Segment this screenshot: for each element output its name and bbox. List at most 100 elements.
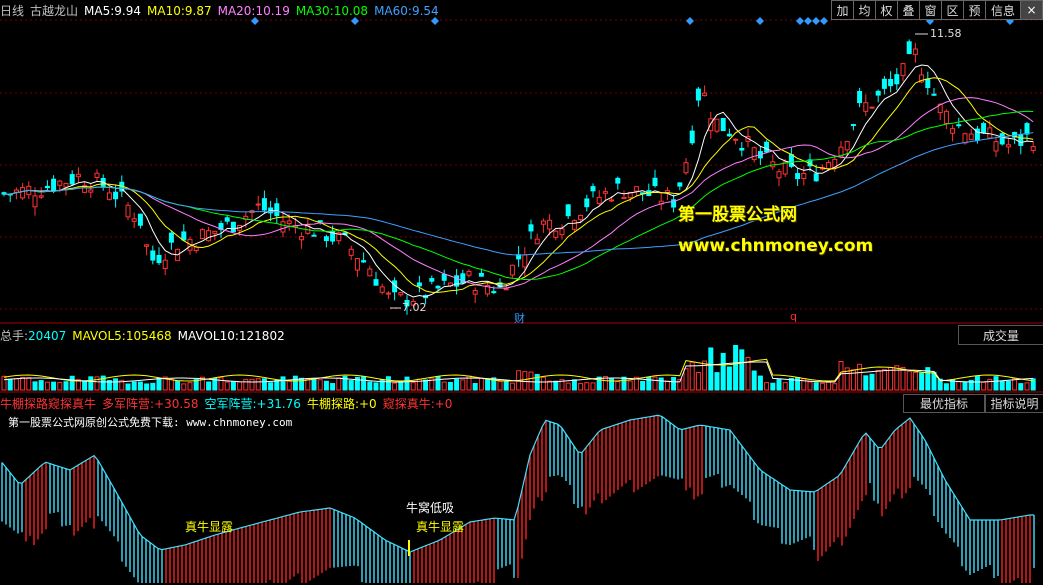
volume-bar-13 (82, 380, 88, 391)
candle-body-86 (534, 238, 540, 245)
kong-label: 空军阵营: (204, 397, 257, 411)
candle-body-115 (714, 118, 720, 132)
volume-bar-9 (57, 381, 63, 391)
volume-bar-68 (423, 379, 429, 391)
ma60-value: 9.54 (411, 4, 439, 18)
candle-body-118 (733, 138, 739, 141)
candle-body-67 (416, 282, 422, 287)
osc-annotation-2: 牛窝低吸 (406, 501, 455, 515)
chart-canvas[interactable] (0, 0, 1043, 585)
candle-body-42 (261, 198, 267, 211)
event-marker-q[interactable]: q (790, 310, 797, 323)
osc-subtitle: 第一股票公式网原创公式免费下载: www.chnmoney.com (8, 416, 293, 429)
candle-body-127 (788, 154, 794, 167)
duo-label: 多军阵营: (102, 397, 155, 411)
candle-body-143 (888, 79, 894, 87)
candle-body-155 (962, 133, 968, 144)
volume-bar-84 (522, 371, 528, 391)
signal-diamond-5 (796, 17, 804, 25)
candle-body-117 (726, 133, 732, 137)
toolbar-button-overlay[interactable]: 叠 (897, 0, 920, 20)
volume-bar-73 (454, 378, 460, 391)
volume-bar-148 (919, 372, 925, 391)
volume-bar-2 (13, 378, 19, 391)
candle-body-62 (385, 292, 391, 295)
ma20-label: MA20: (217, 4, 256, 18)
osc-annotation-3: 真牛显露 (416, 520, 465, 534)
candle-body-61 (379, 286, 385, 293)
mavol5-value: 105468 (125, 329, 172, 343)
volume-bar-14 (88, 376, 94, 391)
period-label: 日线 (0, 4, 25, 18)
candle-body-133 (826, 161, 832, 169)
toolbar-button-average[interactable]: 均 (853, 0, 876, 20)
candle-body-90 (559, 228, 565, 236)
candle-body-105 (652, 177, 658, 187)
volume-bar-54 (336, 377, 342, 391)
candle-body-159 (987, 127, 993, 139)
close-icon[interactable]: × (1020, 0, 1043, 20)
candle-body-25 (156, 254, 162, 264)
candle-body-84 (522, 254, 528, 268)
candle-body-147 (912, 48, 918, 55)
event-marker-finance[interactable]: 财 (514, 310, 525, 326)
indicator-dropdown[interactable]: 成交量 (958, 325, 1043, 345)
candle-body-141 (875, 90, 881, 96)
volume-bar-3 (20, 376, 26, 391)
candle-body-92 (571, 220, 577, 230)
toolbar-button-forecast[interactable]: 预 (963, 0, 986, 20)
candle-body-136 (844, 141, 850, 151)
mavol5-label: MAVOL5: (72, 329, 126, 343)
candle-body-82 (509, 264, 515, 276)
signal-diamond-6 (804, 17, 812, 25)
ma5-label: MA5: (84, 4, 115, 18)
candle-body-52 (323, 236, 329, 242)
toolbar-button-info[interactable]: 信息 (985, 0, 1021, 20)
candle-body-129 (801, 173, 807, 180)
volume-bar-40 (249, 378, 255, 391)
candle-body-166 (1030, 146, 1036, 151)
volume-bar-76 (472, 383, 478, 391)
volume-bar-162 (1005, 380, 1011, 391)
volume-bar-96 (596, 376, 602, 391)
volume-bar-132 (819, 382, 825, 391)
candle-body-69 (429, 278, 435, 282)
toolbar-button-window[interactable]: 窗 (919, 0, 942, 20)
candle-body-6 (38, 195, 44, 198)
volume-bar-60 (373, 382, 379, 391)
candle-body-152 (943, 110, 949, 124)
candle-body-125 (776, 171, 782, 179)
toolbar-button-add[interactable]: 加 (831, 0, 854, 20)
candle-body-21 (131, 218, 137, 222)
volume-bar-7 (44, 381, 50, 391)
total-volume-label: 总手: (0, 329, 29, 343)
watermark-url: www.chnmoney.com (678, 236, 874, 256)
volume-bar-6 (38, 380, 44, 391)
candle-body-22 (137, 213, 143, 226)
candle-body-5 (32, 195, 38, 208)
volume-bar-157 (974, 376, 980, 391)
candle-body-96 (596, 196, 602, 204)
volume-bar-80 (497, 381, 503, 391)
volume-bar-52 (323, 380, 329, 391)
volume-bar-107 (664, 380, 670, 391)
volume-bar-44 (274, 380, 280, 391)
toolbar-button-rights[interactable]: 权 (875, 0, 898, 20)
ma10-label: MA10: (147, 4, 185, 18)
volume-bar-10 (63, 381, 69, 391)
candle-body-36 (224, 217, 230, 222)
volume-bar-66 (410, 382, 416, 391)
best-indicator-button[interactable]: 最优指标 (903, 394, 985, 413)
volume-bar-42 (261, 378, 267, 391)
candle-body-88 (547, 219, 553, 230)
volume-bar-161 (999, 380, 1005, 391)
volume-bar-35 (218, 377, 224, 391)
volume-bar-82 (509, 382, 515, 391)
volume-bar-121 (751, 370, 757, 391)
indicator-help-button[interactable]: 指标说明 (985, 394, 1043, 413)
candle-body-121 (751, 147, 757, 161)
volume-bar-122 (757, 375, 763, 391)
toolbar-button-range[interactable]: 区 (941, 0, 964, 20)
volume-bar-130 (807, 381, 813, 391)
candle-body-102 (633, 186, 639, 192)
